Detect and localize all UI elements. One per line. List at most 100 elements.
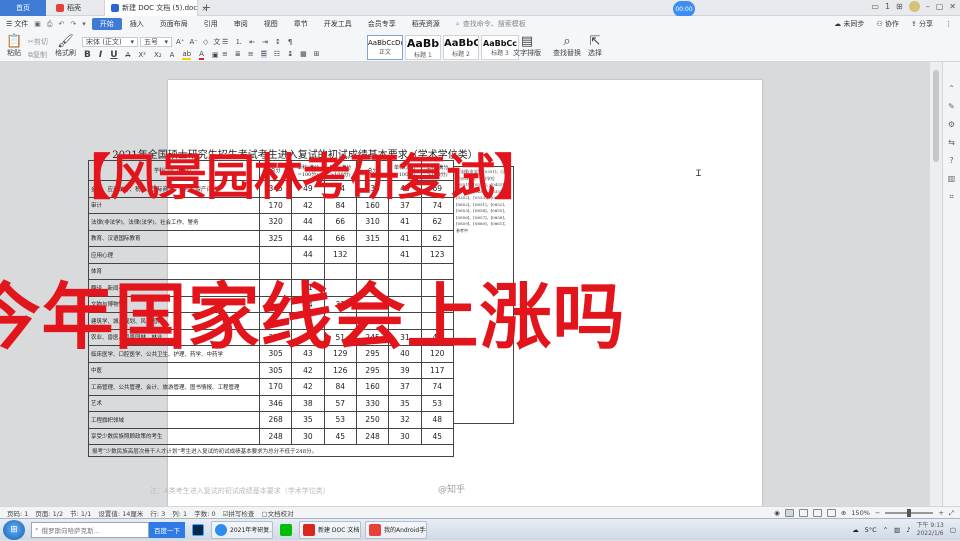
sort-icon[interactable]: ↕ xyxy=(275,38,281,46)
taskbar-photoshop[interactable] xyxy=(189,521,207,539)
distributed-icon[interactable]: ☷ xyxy=(274,50,280,58)
notification-icon[interactable]: ▢ xyxy=(950,526,956,534)
style-heading-1[interactable]: AaBb 标题 1 xyxy=(405,35,441,60)
outline-view-icon[interactable] xyxy=(798,509,808,517)
underline-button[interactable]: U xyxy=(110,50,117,60)
bold-button[interactable]: B xyxy=(84,50,91,60)
pen-icon[interactable]: ✎ xyxy=(948,102,955,111)
show-marks-icon[interactable]: ¶ xyxy=(288,38,292,46)
taskbar-search-input[interactable]: ⌕ 俄罗斯向哈萨克斯... xyxy=(31,521,149,538)
text-effect-icon[interactable]: A xyxy=(170,51,175,59)
outdent-icon[interactable]: ⇤ xyxy=(249,38,255,46)
maximize-icon[interactable]: ▢ xyxy=(936,2,944,11)
zoom-out-icon[interactable]: − xyxy=(875,509,880,517)
print-icon[interactable]: ⎙ xyxy=(47,20,53,29)
clock[interactable]: 下午 9:13 2022/1/6 xyxy=(916,522,943,538)
menu-page-layout[interactable]: 页面布局 xyxy=(152,18,196,30)
cut-button[interactable]: ✂ 剪切 xyxy=(28,37,48,47)
font-name-select[interactable]: 宋体 (正文) ▾ xyxy=(82,37,138,47)
sync-status[interactable]: ☁ 未同步 xyxy=(834,19,864,29)
status-pages[interactable]: 页面: 1/2 xyxy=(35,508,63,518)
find-replace-button[interactable]: ⌕ 查找替换 xyxy=(553,35,581,58)
window-list-icon[interactable]: ▭ xyxy=(871,2,879,11)
crop-icon[interactable]: ⌗ xyxy=(949,192,954,202)
menu-references[interactable]: 引用 xyxy=(196,18,226,30)
status-section[interactable]: 节: 1/1 xyxy=(70,508,91,518)
justify-icon[interactable]: ☰ xyxy=(260,50,267,58)
eye-icon[interactable]: ◉ xyxy=(774,509,780,517)
char-border-icon[interactable]: ▣ xyxy=(212,51,219,59)
taskbar-wps[interactable]: 新建 DOC 文档 (... xyxy=(299,520,361,539)
taskbar-iqiyi[interactable] xyxy=(277,521,295,539)
scrollbar-thumb[interactable] xyxy=(933,70,939,162)
align-right-icon[interactable]: ≡ xyxy=(248,50,254,58)
chart-icon[interactable]: ▥ xyxy=(948,174,956,183)
select-button[interactable]: ⇱ 选择 xyxy=(588,35,602,58)
style-normal[interactable]: AaBbCcDd 正文 xyxy=(367,35,403,60)
vertical-scrollbar[interactable] xyxy=(930,62,942,506)
spell-check-button[interactable]: ☑拼写检查 xyxy=(223,508,255,518)
font-size-select[interactable]: 五号 ▾ xyxy=(140,37,172,47)
tray-expand-icon[interactable]: ⌃ xyxy=(883,526,888,534)
adjust-icon[interactable]: ⚙ xyxy=(948,120,955,129)
avatar-icon[interactable] xyxy=(908,1,920,12)
network-icon[interactable]: ▥ xyxy=(894,526,900,534)
web-view-icon[interactable] xyxy=(826,509,836,517)
shading-icon[interactable]: ▦ xyxy=(300,50,307,58)
align-center-icon[interactable]: ≣ xyxy=(235,50,241,58)
help-icon[interactable]: ? xyxy=(949,156,953,165)
taskbar-android-phone[interactable]: 我的Android手机 xyxy=(365,520,427,539)
shrink-font-icon[interactable]: A⁻ xyxy=(189,38,197,46)
style-heading-2[interactable]: AaBbC 标题 2 xyxy=(443,35,479,60)
close-window-icon[interactable]: ✕ xyxy=(949,2,956,11)
grid-icon[interactable]: ⊞ xyxy=(896,2,903,11)
tab-daoke[interactable]: 稻壳 xyxy=(50,0,100,16)
paste-button[interactable]: 📋 粘贴 xyxy=(6,35,22,58)
proofread-button[interactable]: ▢文档校对 xyxy=(261,508,293,518)
indent-icon[interactable]: ⇥ xyxy=(262,38,268,46)
read-view-icon[interactable] xyxy=(812,509,822,517)
numbered-list-icon[interactable]: ⒈ xyxy=(235,37,242,47)
undo-icon[interactable]: ↶ xyxy=(59,20,65,28)
clear-format-icon[interactable]: ◇ xyxy=(203,38,208,46)
more-icon[interactable]: ⋮ xyxy=(945,20,952,28)
minimize-icon[interactable]: – xyxy=(926,2,930,11)
menu-member[interactable]: 会员专享 xyxy=(360,18,404,30)
chevron-up-icon[interactable]: ⌃ xyxy=(948,84,955,93)
line-spacing-icon[interactable]: ↨ xyxy=(287,50,293,58)
format-painter-button[interactable]: 🖌 格式刷 xyxy=(55,35,76,58)
menu-sections[interactable]: 章节 xyxy=(286,18,316,30)
start-button[interactable]: ⊞ xyxy=(3,519,25,540)
zoom-slider-knob[interactable] xyxy=(907,509,912,517)
tab-home[interactable]: 首页 xyxy=(0,0,46,16)
tab-document[interactable]: 新建 DOC 文档 (5).doc × xyxy=(104,0,208,16)
taskbar-browser[interactable]: 2021年考研复... xyxy=(211,520,273,539)
strikethrough-icon[interactable]: A xyxy=(126,51,131,59)
subscript-icon[interactable]: X₂ xyxy=(154,51,162,59)
zoom-in-icon[interactable]: + xyxy=(938,509,943,517)
phonetic-icon[interactable]: 文 xyxy=(213,37,220,47)
save-icon[interactable]: ▣ xyxy=(34,20,41,28)
fit-page-icon[interactable]: ⤢ xyxy=(949,509,954,518)
share-button[interactable]: ⇪ 分享 xyxy=(911,19,933,29)
zoom-level[interactable]: 150% xyxy=(851,509,870,517)
italic-button[interactable]: I xyxy=(99,50,102,60)
superscript-icon[interactable]: X² xyxy=(138,51,146,59)
file-menu[interactable]: ☰ 文件 xyxy=(6,19,28,29)
new-tab-button[interactable]: + xyxy=(202,1,211,14)
document-canvas[interactable]: 2021年全国硕士研究生招生考试考生进入复试的初试成绩基本要求（学术学位类） 学… xyxy=(0,62,942,506)
collaborate-button[interactable]: ⚇ 协作 xyxy=(876,19,899,29)
taskbar-search-button[interactable]: 百度一下 xyxy=(149,521,185,538)
copy-button[interactable]: ⧉ 复制 xyxy=(28,50,47,60)
status-words[interactable]: 字数: 0 xyxy=(194,508,215,518)
globe-icon[interactable]: ⊕ xyxy=(841,509,846,517)
menu-insert[interactable]: 插入 xyxy=(122,18,152,30)
highlight-icon[interactable]: ab xyxy=(182,50,192,60)
borders-icon[interactable]: ⊞ xyxy=(314,50,320,58)
status-page[interactable]: 页码: 1 xyxy=(7,508,28,518)
font-color-icon[interactable]: A xyxy=(199,50,204,60)
command-search[interactable]: ⌕ 查找命令、搜索模板 xyxy=(456,18,542,30)
menu-daoke-resources[interactable]: 稻壳资源 xyxy=(404,18,448,30)
menu-developer[interactable]: 开发工具 xyxy=(316,18,360,30)
menu-home[interactable]: 开始 xyxy=(91,18,122,30)
